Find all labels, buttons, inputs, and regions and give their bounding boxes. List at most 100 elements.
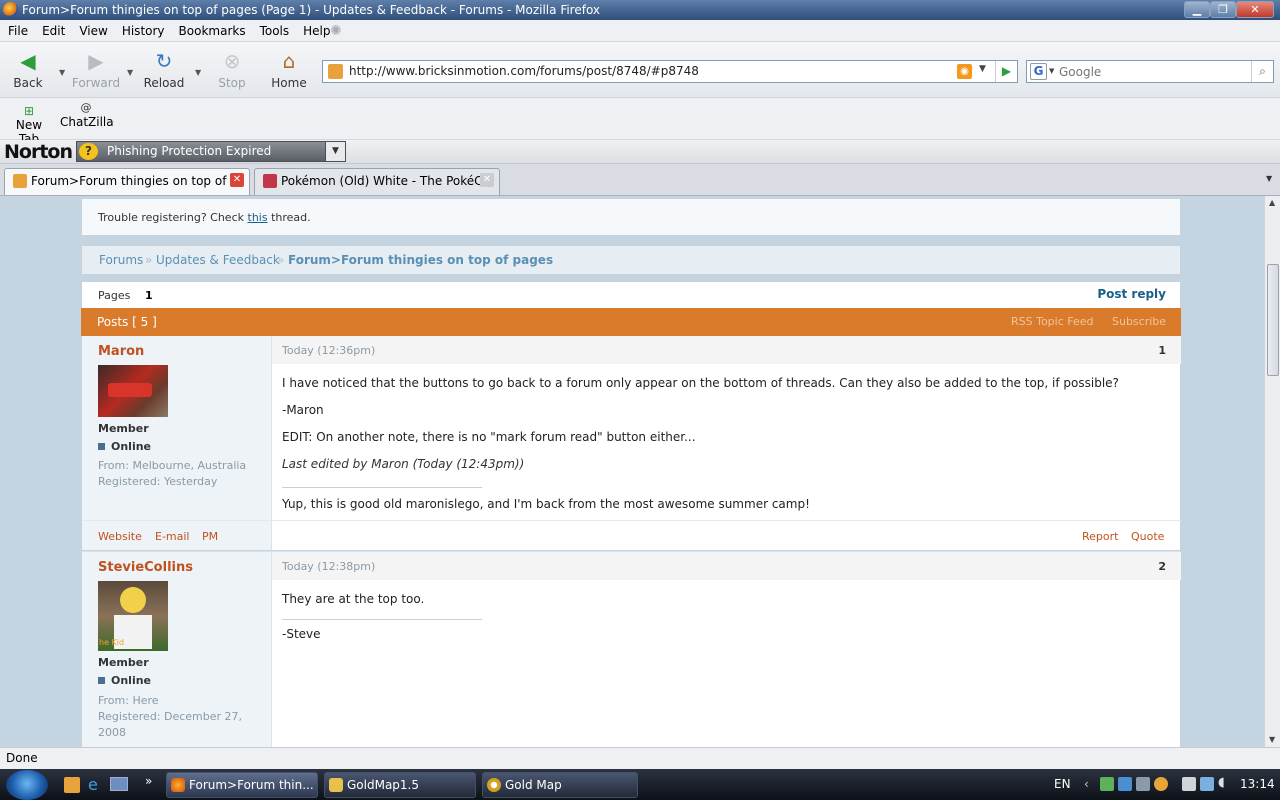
internet-explorer-icon[interactable]: e [88,775,98,794]
quicklaunch-more-icon[interactable]: » [145,774,152,788]
avatar-caption: he Kid [99,638,125,647]
tab-close-icon[interactable]: ✕ [480,173,494,187]
device-icon[interactable] [1182,777,1196,791]
throbber-icon: ✺ [330,23,342,39]
scrollbar-thumb[interactable] [1267,264,1279,376]
reload-icon: ↻ [155,49,173,73]
norton-logo: Norton [4,141,73,163]
close-window-button[interactable]: ✕ [1236,1,1274,18]
page-content: Trouble registering? Check this thread. … [0,196,1264,747]
scroll-down-icon[interactable]: ▼ [1269,735,1275,744]
media-player-icon[interactable] [64,777,80,793]
status-text: Done [6,751,38,765]
post-2-author[interactable]: StevieCollins [98,560,193,575]
url-text[interactable]: http://www.bricksinmotion.com/forums/pos… [349,61,699,82]
menu-bookmarks[interactable]: Bookmarks [172,20,253,42]
quote-link[interactable]: Quote [1131,530,1164,543]
taskbar-item-firefox[interactable]: Forum>Forum thin... [166,772,318,798]
tab-pokemon[interactable]: Pokémon (Old) White - The PokéC... [254,168,500,195]
scroll-up-icon[interactable]: ▲ [1269,198,1275,207]
reload-dropdown-icon[interactable]: ▼ [195,68,201,77]
search-box[interactable]: G ▼ ⌕ [1026,60,1274,83]
firefox-icon [3,2,18,17]
search-icon[interactable]: ⌕ [1251,61,1273,82]
search-input[interactable] [1059,63,1247,80]
start-button[interactable] [6,770,48,800]
show-desktop-icon[interactable] [110,777,128,791]
subscribe-link[interactable]: Subscribe [1112,315,1166,328]
norton-toolbar: Norton ? Phishing Protection Expired ▼ [0,140,1280,164]
breadcrumb-sep: » [277,253,285,267]
menu-history[interactable]: History [115,20,172,42]
url-dropdown-icon[interactable]: ▼ [979,64,986,74]
engine-dropdown-icon[interactable]: ▼ [1049,67,1054,75]
menu-view[interactable]: View [72,20,114,42]
bookmarks-toolbar: ⊞ New Tab @ ChatZilla [0,98,1280,146]
display-icon[interactable] [1136,777,1150,791]
stop-button[interactable]: ⊗ Stop [206,50,258,96]
notice-link[interactable]: this [248,211,268,224]
network-icon[interactable] [1118,777,1132,791]
tab-close-icon[interactable]: ✕ [230,173,244,187]
menu-tools[interactable]: Tools [253,20,297,42]
pokemon-favicon-icon [263,174,277,188]
breadcrumb-sep: » [145,253,153,267]
post-2-date[interactable]: Today (12:38pm) [282,560,375,573]
post-1-author[interactable]: Maron [98,344,144,359]
phishing-protection-dropdown[interactable]: ? Phishing Protection Expired ▼ [76,141,346,162]
language-indicator[interactable]: EN [1054,777,1071,791]
clock[interactable]: 13:14 [1240,777,1275,791]
forward-dropdown-icon[interactable]: ▼ [127,68,133,77]
breadcrumb: Forums » Updates & Feedback » Forum>Foru… [81,245,1181,275]
chatzilla-label: ChatZilla [60,115,114,129]
back-arrow-icon: ◀ [20,49,36,73]
tab-forum[interactable]: Forum>Forum thingies on top of ... [4,168,250,195]
rss-feed-icon[interactable]: ◉ [957,64,972,79]
breadcrumb-topic: Forum>Forum thingies on top of pages [288,253,554,267]
post-1-user-title: Member [98,422,149,435]
monitor-icon[interactable] [1200,777,1214,791]
chatzilla-button[interactable]: @ ChatZilla [60,101,114,129]
reload-button[interactable]: ↻ Reload [138,50,190,96]
back-dropdown-icon[interactable]: ▼ [59,68,65,77]
volume-icon[interactable]: ◖ [1218,775,1225,790]
minimize-button[interactable]: ▁ [1184,1,1210,18]
tray-expand-icon[interactable]: ‹ [1084,777,1089,791]
breadcrumb-section[interactable]: Updates & Feedback [156,253,280,267]
google-engine-icon[interactable]: G [1030,63,1047,80]
email-link[interactable]: E-mail [155,530,190,543]
tab-pokemon-label: Pokémon (Old) White - The PokéC... [281,174,494,188]
window-titlebar: Forum>Forum thingies on top of pages (Pa… [0,0,1280,20]
post-1-date[interactable]: Today (12:36pm) [282,344,375,357]
taskbar-item-goldmap[interactable]: Gold Map [482,772,638,798]
back-button[interactable]: ◀ Back [2,50,54,96]
rss-topic-feed-link[interactable]: RSS Topic Feed [1011,315,1094,328]
post-1-avatar[interactable] [98,365,168,417]
url-bar[interactable]: http://www.bricksinmotion.com/forums/pos… [322,60,1018,83]
vertical-scrollbar[interactable]: ▲ ▼ [1264,196,1280,747]
taskbar-item-goldmap15[interactable]: GoldMap1.5 [324,772,476,798]
post-2-avatar[interactable]: he Kid [98,581,168,651]
norton-tray-icon[interactable] [1154,777,1168,791]
home-button[interactable]: ⌂ Home [263,50,315,96]
pm-link[interactable]: PM [202,530,218,543]
post-reply-link[interactable]: Post reply [1097,287,1166,301]
go-button[interactable]: ▶ [995,61,1017,82]
taskbar-item-label: Gold Map [505,778,562,792]
post-1-number[interactable]: 1 [1158,344,1166,357]
tab-list-dropdown-icon[interactable]: ▼ [1266,174,1272,183]
maximize-button[interactable]: ❐ [1210,1,1236,18]
network-users-icon[interactable] [1100,777,1114,791]
report-link[interactable]: Report [1082,530,1118,543]
chevron-down-icon[interactable]: ▼ [325,142,345,161]
post-1-body-line: I have noticed that the buttons to go ba… [282,376,1119,390]
forward-button[interactable]: ▶ Forward [70,50,122,96]
menu-edit[interactable]: Edit [35,20,72,42]
menu-file[interactable]: File [0,20,35,42]
online-indicator-icon [98,677,105,684]
website-link[interactable]: Website [98,530,142,543]
post-2-number[interactable]: 2 [1158,560,1166,573]
breadcrumb-forums[interactable]: Forums [99,253,143,267]
post-1-body-line: EDIT: On another note, there is no "mark… [282,430,696,444]
online-indicator-icon [98,443,105,450]
